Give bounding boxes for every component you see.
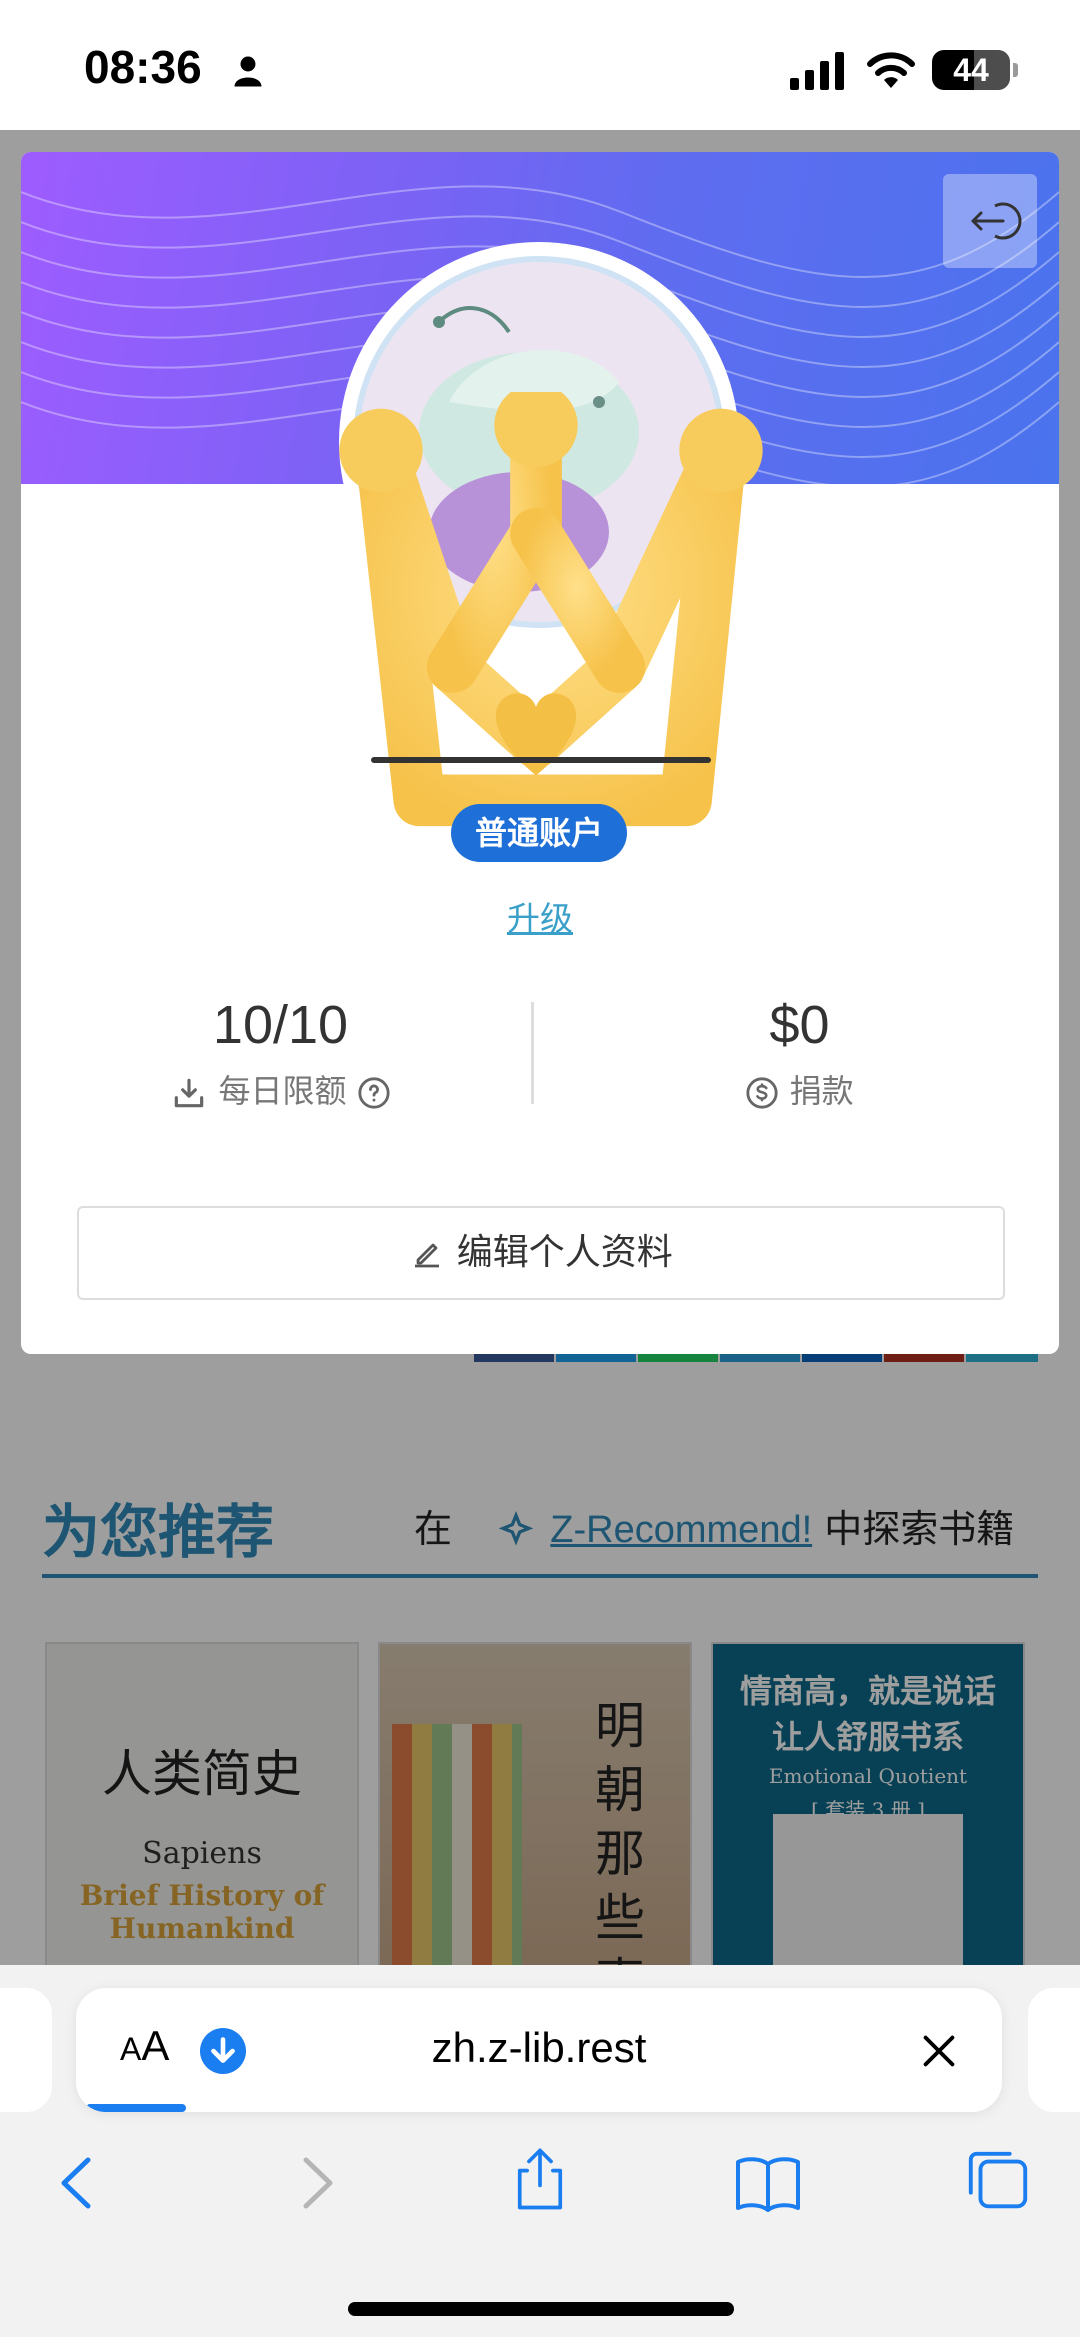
upgrade-link[interactable]: 升级 <box>21 892 1059 940</box>
share-icon[interactable] <box>502 2143 578 2213</box>
profile-modal: 普通账户 升级 10/10 每日限额 $0 捐款 编辑个人资料 <box>21 152 1059 1354</box>
page-load-progress <box>86 2104 186 2112</box>
logout-icon <box>971 202 1022 240</box>
edit-profile-button[interactable]: 编辑个人资料 <box>77 1206 1005 1300</box>
person-icon <box>234 56 262 87</box>
download-icon <box>175 1078 204 1108</box>
aa-large: A <box>141 2022 170 2069</box>
daily-limit-value: 10/10 <box>212 995 349 1055</box>
aa-small: A <box>120 2031 142 2067</box>
arrow-down-icon <box>211 2037 235 2063</box>
daily-limit-label: 每日限额 <box>218 1072 347 1110</box>
crown-icon <box>339 392 763 827</box>
donation-label-row: 捐款 <box>540 1066 1059 1112</box>
home-indicator <box>348 2302 734 2316</box>
daily-limit-label-row: 每日限额 <box>21 1066 540 1112</box>
bookmarks-icon[interactable] <box>730 2148 806 2218</box>
back-icon[interactable] <box>42 2148 118 2218</box>
donation-value: $0 <box>769 995 830 1055</box>
pencil-icon <box>415 1243 440 1268</box>
battery-indicator: 44 <box>932 50 1018 90</box>
upgrade-label[interactable]: 升级 <box>507 899 573 938</box>
previous-tab-peek[interactable] <box>0 1988 52 2112</box>
download-badge-icon[interactable] <box>200 2028 246 2074</box>
address-bar[interactable]: zh.z-lib.rest AA <box>76 1988 1002 2112</box>
battery-level: 44 <box>953 52 989 88</box>
stats-divider <box>531 1002 534 1104</box>
forward-icon[interactable] <box>276 2148 352 2218</box>
reader-settings-button[interactable]: AA <box>120 2022 169 2070</box>
status-bar: 08:36 44 <box>0 0 1080 130</box>
username-redacted <box>371 757 711 763</box>
logout-button[interactable] <box>943 174 1037 268</box>
browser-toolbar: zh.z-lib.rest AA <box>0 1965 1080 2337</box>
cellular-signal-icon <box>790 52 844 90</box>
donation-label: 捐款 <box>789 1072 854 1110</box>
close-icon[interactable] <box>916 2028 962 2074</box>
account-type-badge: 普通账户 <box>451 804 627 862</box>
help-icon[interactable] <box>357 1076 391 1110</box>
tabs-icon[interactable] <box>960 2146 1036 2216</box>
dollar-icon <box>746 1077 778 1109</box>
next-tab-peek[interactable] <box>1028 1988 1080 2112</box>
edit-profile-label: 编辑个人资料 <box>456 1232 673 1273</box>
wifi-icon <box>867 52 915 88</box>
status-time: 08:36 <box>84 41 202 93</box>
